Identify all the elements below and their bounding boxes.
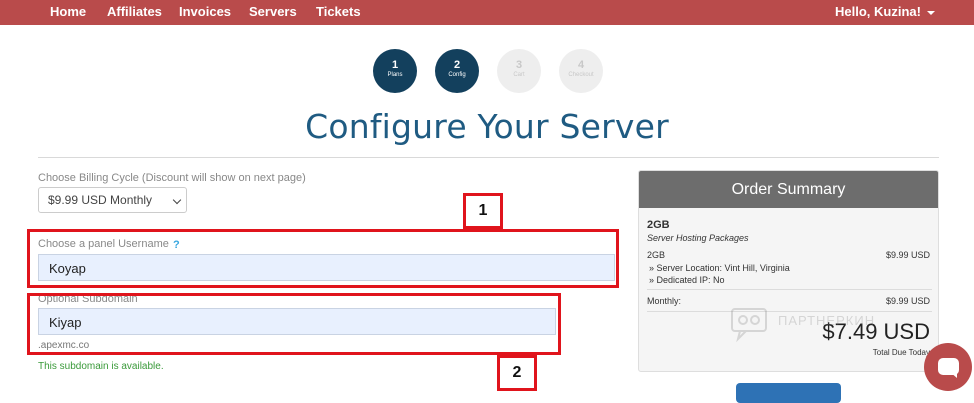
- line-item-price: $9.99 USD: [885, 250, 930, 260]
- billing-cycle-select[interactable]: $9.99 USD Monthly: [38, 187, 187, 213]
- monthly-label: Monthly:: [647, 296, 682, 306]
- step-number: 4: [577, 59, 585, 71]
- user-greeting: Hello, Kuzina!: [835, 4, 921, 19]
- chevron-down-icon: [172, 195, 182, 205]
- nav-affiliates-link[interactable]: Affiliates: [107, 4, 162, 19]
- billing-cycle-label: Choose Billing Cycle (Discount will show…: [38, 172, 306, 184]
- summary-divider: [647, 289, 932, 290]
- continue-button[interactable]: [736, 383, 841, 403]
- user-menu[interactable]: Hello, Kuzina!: [835, 4, 935, 19]
- availability-message: This subdomain is available.: [38, 361, 164, 372]
- nav-servers-link[interactable]: Servers: [249, 4, 297, 19]
- line-item-name: 2GB: [647, 250, 666, 260]
- step-plans[interactable]: 1 Plans: [373, 49, 417, 93]
- step-label: Checkout: [568, 72, 594, 78]
- detail-server-location: » Server Location: Vint Hill, Virginia: [649, 263, 790, 273]
- step-label: Cart: [513, 72, 525, 78]
- annotation-number-1: 1: [463, 193, 503, 229]
- watermark: ПАРТНЕРКИН: [730, 303, 905, 343]
- total-due-label: Total Due Today: [872, 348, 930, 357]
- step-number: 1: [391, 59, 399, 71]
- step-cart: 3 Cart: [497, 49, 541, 93]
- step-number: 2: [453, 59, 461, 71]
- chat-icon-tail: [950, 372, 957, 378]
- nav-home-link[interactable]: Home: [50, 4, 86, 19]
- annotation-number-2: 2: [497, 355, 537, 391]
- product-group: Server Hosting Packages: [647, 233, 749, 243]
- nav-invoices-link[interactable]: Invoices: [179, 4, 231, 19]
- watermark-text: ПАРТНЕРКИН: [778, 313, 876, 328]
- chat-widget-button[interactable]: [924, 343, 972, 391]
- detail-dedicated-ip: » Dedicated IP: No: [649, 275, 725, 285]
- page-title: Configure Your Server: [305, 107, 669, 146]
- annotation-box-1: [27, 229, 619, 288]
- step-config[interactable]: 2 Config: [435, 49, 479, 93]
- watermark-logo-icon: [731, 308, 767, 343]
- caret-down-icon: [926, 10, 935, 15]
- title-divider: [38, 157, 939, 158]
- top-navbar: Home Affiliates Invoices Servers Tickets…: [0, 0, 974, 25]
- annotation-box-2: [27, 293, 561, 355]
- step-checkout: 4 Checkout: [559, 49, 603, 93]
- order-summary-title: Order Summary: [639, 171, 938, 208]
- billing-cycle-value: $9.99 USD Monthly: [48, 193, 153, 207]
- nav-tickets-link[interactable]: Tickets: [316, 4, 361, 19]
- step-label: Config: [448, 72, 466, 78]
- product-name: 2GB: [647, 219, 670, 231]
- step-label: Plans: [387, 72, 403, 78]
- step-number: 3: [515, 59, 523, 71]
